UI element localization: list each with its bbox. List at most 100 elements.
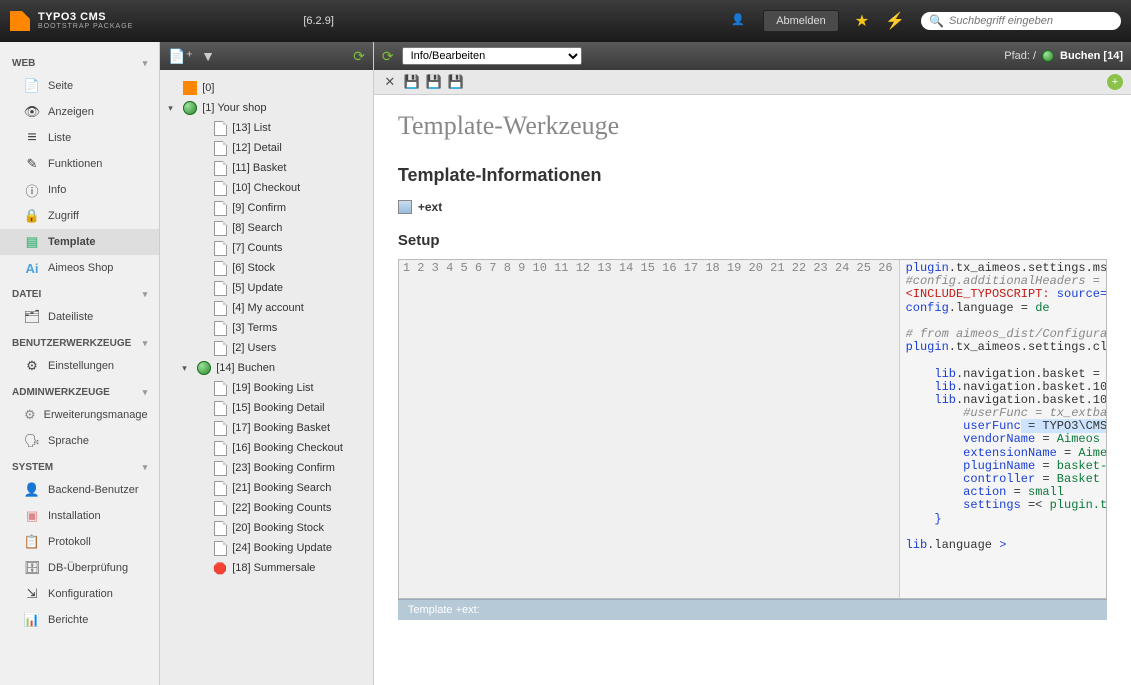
tree-node[interactable]: [19] Booking List xyxy=(164,378,369,398)
modgroup-header[interactable]: SYSTEM▾ xyxy=(0,454,159,477)
module-item-konfiguration[interactable]: Konfiguration xyxy=(0,581,159,607)
tree-node[interactable]: [13] List xyxy=(164,118,369,138)
module-item-aimeos-shop[interactable]: AiAimeos Shop xyxy=(0,255,159,281)
page-icon xyxy=(212,340,228,356)
setup-heading: Setup xyxy=(398,232,1107,249)
tree-node[interactable]: [6] Stock xyxy=(164,258,369,278)
module-item-protokoll[interactable]: Protokoll xyxy=(0,529,159,555)
module-item-liste[interactable]: Liste xyxy=(0,125,159,151)
page-icon xyxy=(212,400,228,416)
save-view-icon[interactable]: 💾 xyxy=(448,74,464,90)
refresh-tree-icon[interactable]: ⟳ xyxy=(353,48,365,65)
code-content[interactable]: plugin.tx_aimeos.settings.mshop.locale.s… xyxy=(900,260,1106,598)
lock-icon xyxy=(24,208,40,224)
tree-node-label: [4] My account xyxy=(232,302,304,314)
code-editor[interactable]: 1 2 3 4 5 6 7 8 9 10 11 12 13 14 15 16 1… xyxy=(398,259,1107,599)
search-box[interactable] xyxy=(921,12,1121,30)
tree-node[interactable]: [16] Booking Checkout xyxy=(164,438,369,458)
tree-node[interactable]: [15] Booking Detail xyxy=(164,398,369,418)
tree-node[interactable]: [8] Search xyxy=(164,218,369,238)
module-item-label: Berichte xyxy=(48,614,88,626)
ext-icon xyxy=(24,407,36,423)
module-menu: WEB▾ Seite Anzeigen Liste Funktionen Info Zugr… xyxy=(0,42,160,685)
tree-node[interactable]: [11] Basket xyxy=(164,158,369,178)
module-item-sprache[interactable]: Sprache xyxy=(0,428,159,454)
tree-node[interactable]: [3] Terms xyxy=(164,318,369,338)
page-icon xyxy=(212,540,228,556)
module-item-berichte[interactable]: Berichte xyxy=(0,607,159,633)
tree-node[interactable]: [0] xyxy=(164,78,369,98)
user-icon[interactable]: 👤 xyxy=(731,13,747,29)
module-item-label: Anzeigen xyxy=(48,106,94,118)
log-icon xyxy=(24,534,40,550)
page-icon xyxy=(212,420,228,436)
module-item-label: Zugriff xyxy=(48,210,79,222)
modgroup-header[interactable]: ADMINWERKZEUGE▾ xyxy=(0,379,159,402)
clear-cache-icon[interactable]: ⚡ xyxy=(885,11,905,31)
module-item-info[interactable]: Info xyxy=(0,177,159,203)
page-icon xyxy=(212,500,228,516)
tree-node[interactable]: [24] Booking Update xyxy=(164,538,369,558)
page-icon xyxy=(212,240,228,256)
tree-node-label: [17] Booking Basket xyxy=(232,422,330,434)
module-item-template[interactable]: Template xyxy=(0,229,159,255)
save-icon[interactable]: 💾 xyxy=(404,74,420,90)
module-item-funktionen[interactable]: Funktionen xyxy=(0,151,159,177)
module-item-label: Seite xyxy=(48,80,73,92)
modgroup-header[interactable]: DATEI▾ xyxy=(0,281,159,304)
tree-node[interactable]: [17] Booking Basket xyxy=(164,418,369,438)
save-close-icon[interactable]: 💾 xyxy=(426,74,442,90)
section-heading: Template-Informationen xyxy=(398,165,1107,186)
tree-node[interactable]: [23] Booking Confirm xyxy=(164,458,369,478)
module-item-db-berpr-fung[interactable]: DB-Überprüfung xyxy=(0,555,159,581)
modgroup-header[interactable]: BENUTZERWERKZEUGE▾ xyxy=(0,330,159,353)
editor-status-bar: Template +ext: xyxy=(398,599,1107,620)
add-icon[interactable]: + xyxy=(1107,74,1123,90)
tree-node[interactable]: [9] Confirm xyxy=(164,198,369,218)
module-item-erweiterungsmanage[interactable]: Erweiterungsmanage xyxy=(0,402,159,428)
tree-node[interactable]: [21] Booking Search xyxy=(164,478,369,498)
function-select[interactable]: Info/Bearbeiten xyxy=(402,47,582,65)
filter-icon[interactable] xyxy=(201,48,215,64)
line-gutter: 1 2 3 4 5 6 7 8 9 10 11 12 13 14 15 16 1… xyxy=(399,260,900,598)
tree-node[interactable]: [5] Update xyxy=(164,278,369,298)
tree-node-label: [24] Booking Update xyxy=(232,542,332,554)
tree-node[interactable]: ▾[1] Your shop xyxy=(164,98,369,118)
new-page-icon[interactable]: 📄⁺ xyxy=(168,48,193,65)
tree-node[interactable]: [4] My account xyxy=(164,298,369,318)
path-page[interactable]: Buchen [14] xyxy=(1060,50,1123,62)
tree-node-label: [15] Booking Detail xyxy=(232,402,324,414)
module-item-label: Installation xyxy=(48,510,101,522)
module-item-zugriff[interactable]: Zugriff xyxy=(0,203,159,229)
template-ext-toggle[interactable]: +ext xyxy=(398,200,1107,214)
logout-button[interactable]: Abmelden xyxy=(763,10,839,32)
search-input[interactable] xyxy=(949,15,1111,27)
tree-node-label: [23] Booking Confirm xyxy=(232,462,335,474)
module-item-seite[interactable]: Seite xyxy=(0,73,159,99)
module-item-einstellungen[interactable]: Einstellungen xyxy=(0,353,159,379)
bookmark-icon[interactable]: ★ xyxy=(855,11,869,31)
refresh-content-icon[interactable]: ⟳ xyxy=(382,48,394,65)
pagetree: [0]▾[1] Your shop[13] List[12] Detail[11… xyxy=(160,70,373,685)
logo[interactable]: TYPO3 CMS BOOTSTRAP PACKAGE xyxy=(10,11,133,31)
module-item-anzeigen[interactable]: Anzeigen xyxy=(0,99,159,125)
tree-node-label: [16] Booking Checkout xyxy=(232,442,343,454)
tree-node[interactable]: ▾[14] Buchen xyxy=(164,358,369,378)
lang-icon xyxy=(24,433,40,449)
close-icon[interactable]: ✕ xyxy=(382,74,398,90)
tree-node[interactable]: [22] Booking Counts xyxy=(164,498,369,518)
tree-node[interactable]: 🛑[18] Summersale xyxy=(164,558,369,578)
tree-node[interactable]: [7] Counts xyxy=(164,238,369,258)
module-item-backend-benutzer[interactable]: Backend-Benutzer xyxy=(0,477,159,503)
tree-node[interactable]: [20] Booking Stock xyxy=(164,518,369,538)
module-item-dateiliste[interactable]: Dateiliste xyxy=(0,304,159,330)
ai-icon: Ai xyxy=(24,260,40,276)
module-item-installation[interactable]: Installation xyxy=(0,503,159,529)
modgroup-header[interactable]: WEB▾ xyxy=(0,50,159,73)
tree-node[interactable]: [12] Detail xyxy=(164,138,369,158)
module-item-label: Funktionen xyxy=(48,158,102,170)
tree-node-label: [21] Booking Search xyxy=(232,482,331,494)
tree-node[interactable]: [10] Checkout xyxy=(164,178,369,198)
page-icon xyxy=(212,200,228,216)
tree-node[interactable]: [2] Users xyxy=(164,338,369,358)
